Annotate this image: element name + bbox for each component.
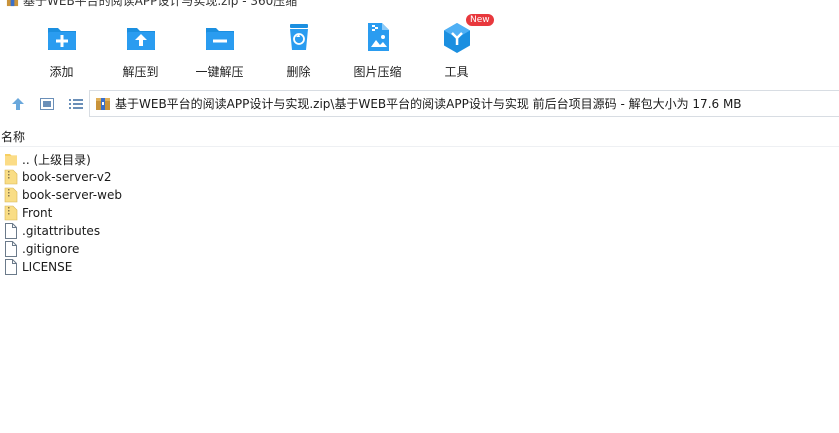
image-compress-icon xyxy=(367,23,389,51)
list-item-name: LICENSE xyxy=(22,260,73,274)
extract-to-button[interactable]: 解压到 xyxy=(101,8,180,80)
list-item-file[interactable]: .gitignore xyxy=(0,240,839,258)
navigation-bar: 基于WEB平台的阅读APP设计与实现.zip\基于WEB平台的阅读APP设计与实… xyxy=(0,90,839,118)
list-item-name: Front xyxy=(22,206,53,220)
up-directory-button[interactable] xyxy=(5,92,31,116)
thumbnail-view-button[interactable] xyxy=(34,92,60,116)
zipped-folder-icon xyxy=(4,169,18,185)
tools-label: 工具 xyxy=(444,65,469,79)
list-item-parent-directory[interactable]: .. (上级目录) xyxy=(0,150,839,168)
address-bar[interactable]: 基于WEB平台的阅读APP设计与实现.zip\基于WEB平台的阅读APP设计与实… xyxy=(89,90,839,117)
list-item-folder[interactable]: book-server-v2 xyxy=(0,168,839,186)
zipped-folder-icon xyxy=(4,187,18,203)
list-item-name: book-server-v2 xyxy=(22,170,112,184)
archive-icon xyxy=(96,97,110,110)
column-header-name[interactable]: 名称 xyxy=(1,128,25,145)
list-item-folder[interactable]: book-server-web xyxy=(0,186,839,204)
add-label: 添加 xyxy=(49,65,74,79)
one-click-extract-icon xyxy=(205,28,234,50)
one-click-extract-label: 一键解压 xyxy=(195,65,244,79)
thumbnail-view-icon xyxy=(40,98,54,110)
file-icon xyxy=(5,259,17,275)
add-icon xyxy=(47,28,76,50)
delete-button[interactable]: 删除 xyxy=(259,8,338,80)
file-icon xyxy=(5,223,17,239)
list-item-name: .gitattributes xyxy=(22,224,101,238)
zipped-folder-icon xyxy=(4,205,18,221)
list-view-icon xyxy=(69,99,83,109)
extract-to-label: 解压到 xyxy=(122,65,159,79)
image-compress-label: 图片压缩 xyxy=(353,65,402,79)
list-item-file[interactable]: .gitattributes xyxy=(0,222,839,240)
arrow-up-icon xyxy=(12,98,24,110)
new-badge: New xyxy=(465,13,495,27)
tools-button[interactable]: New 工具 xyxy=(417,8,496,80)
window-title: 基于WEB平台的阅读APP设计与实现.zip - 360压缩 xyxy=(23,0,298,8)
delete-label: 删除 xyxy=(286,65,311,79)
one-click-extract-button[interactable]: 一键解压 xyxy=(180,8,259,80)
file-icon xyxy=(5,241,17,257)
list-item-folder[interactable]: Front xyxy=(0,204,839,222)
delete-icon xyxy=(289,24,308,50)
list-view-button[interactable] xyxy=(63,92,89,116)
column-header-bar: 名称 xyxy=(0,127,839,147)
extract-to-icon xyxy=(126,28,155,50)
add-button[interactable]: 添加 xyxy=(22,8,101,80)
image-compress-button[interactable]: 图片压缩 xyxy=(338,8,417,80)
file-list: .. (上级目录) book-server-v2 book-server-web… xyxy=(0,150,839,276)
title-bar: 基于WEB平台的阅读APP设计与实现.zip - 360压缩 xyxy=(0,0,839,8)
list-item-name: .. (上级目录) xyxy=(22,152,91,167)
list-item-file[interactable]: LICENSE xyxy=(0,258,839,276)
list-item-name: .gitignore xyxy=(22,242,80,256)
list-item-name: book-server-web xyxy=(22,188,122,202)
address-path: 基于WEB平台的阅读APP设计与实现.zip\基于WEB平台的阅读APP设计与实… xyxy=(115,97,742,111)
toolbar: 添加 解压到 一键解压 删除 图片压缩 New 工具 xyxy=(0,8,839,88)
app-logo-icon xyxy=(6,0,19,6)
folder-icon xyxy=(5,154,17,166)
